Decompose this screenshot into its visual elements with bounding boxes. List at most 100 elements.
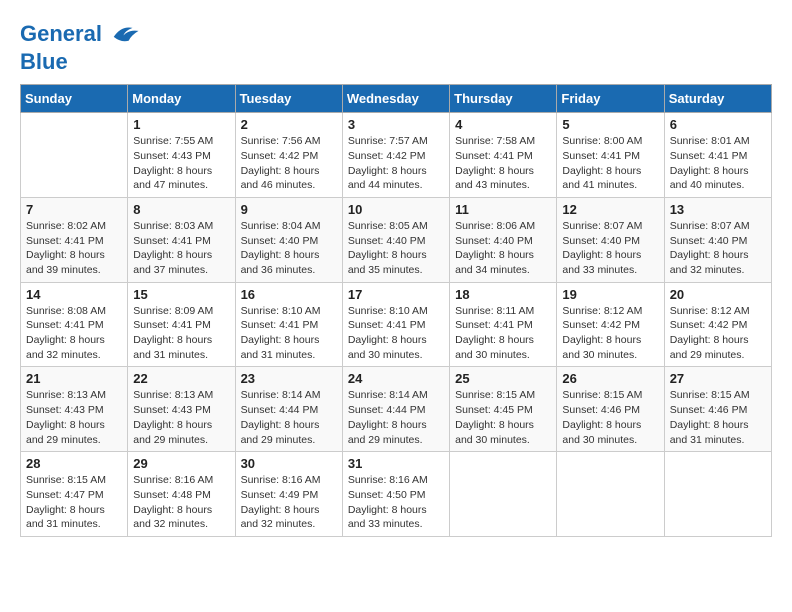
- calendar-week-row: 21 Sunrise: 8:13 AMSunset: 4:43 PMDayligh…: [21, 367, 772, 452]
- day-info: Sunrise: 8:07 AMSunset: 4:40 PMDaylight:…: [670, 219, 766, 278]
- day-number: 28: [26, 456, 122, 471]
- calendar-week-row: 28 Sunrise: 8:15 AMSunset: 4:47 PMDayligh…: [21, 452, 772, 537]
- day-info: Sunrise: 8:15 AMSunset: 4:46 PMDaylight:…: [562, 388, 658, 447]
- day-info: Sunrise: 8:15 AMSunset: 4:45 PMDaylight:…: [455, 388, 551, 447]
- day-number: 24: [348, 371, 444, 386]
- day-info: Sunrise: 8:04 AMSunset: 4:40 PMDaylight:…: [241, 219, 337, 278]
- calendar-header-row: SundayMondayTuesdayWednesdayThursdayFrid…: [21, 85, 772, 113]
- day-number: 15: [133, 287, 229, 302]
- day-info: Sunrise: 8:11 AMSunset: 4:41 PMDaylight:…: [455, 304, 551, 363]
- calendar-cell: 12 Sunrise: 8:07 AMSunset: 4:40 PMDayligh…: [557, 197, 664, 282]
- day-number: 5: [562, 117, 658, 132]
- day-info: Sunrise: 8:05 AMSunset: 4:40 PMDaylight:…: [348, 219, 444, 278]
- calendar-cell: 2 Sunrise: 7:56 AMSunset: 4:42 PMDaylight…: [235, 113, 342, 198]
- page-header: General Blue: [20, 20, 772, 74]
- calendar-cell: 1 Sunrise: 7:55 AMSunset: 4:43 PMDaylight…: [128, 113, 235, 198]
- weekday-header: Friday: [557, 85, 664, 113]
- calendar-cell: 7Sunrise: 8:02 AMSunset: 4:41 PMDaylight…: [21, 197, 128, 282]
- day-number: 26: [562, 371, 658, 386]
- calendar-cell: 17 Sunrise: 8:10 AMSunset: 4:41 PMDayligh…: [342, 282, 449, 367]
- weekday-header: Sunday: [21, 85, 128, 113]
- logo: General Blue: [20, 20, 140, 74]
- calendar-cell: 30 Sunrise: 8:16 AMSunset: 4:49 PMDayligh…: [235, 452, 342, 537]
- day-number: 16: [241, 287, 337, 302]
- calendar-cell: [664, 452, 771, 537]
- weekday-header: Tuesday: [235, 85, 342, 113]
- day-info: Sunrise: 8:09 AMSunset: 4:41 PMDaylight:…: [133, 304, 229, 363]
- calendar-body: 1 Sunrise: 7:55 AMSunset: 4:43 PMDaylight…: [21, 113, 772, 537]
- day-number: 21: [26, 371, 122, 386]
- day-info: Sunrise: 8:01 AMSunset: 4:41 PMDaylight:…: [670, 134, 766, 193]
- calendar-cell: 28 Sunrise: 8:15 AMSunset: 4:47 PMDayligh…: [21, 452, 128, 537]
- calendar-cell: 14 Sunrise: 8:08 AMSunset: 4:41 PMDayligh…: [21, 282, 128, 367]
- calendar-cell: 20 Sunrise: 8:12 AMSunset: 4:42 PMDayligh…: [664, 282, 771, 367]
- day-info: Sunrise: 8:13 AMSunset: 4:43 PMDaylight:…: [26, 388, 122, 447]
- day-number: 22: [133, 371, 229, 386]
- day-info: Sunrise: 8:14 AMSunset: 4:44 PMDaylight:…: [241, 388, 337, 447]
- calendar-cell: 27Sunrise: 8:15 AMSunset: 4:46 PMDayligh…: [664, 367, 771, 452]
- weekday-header: Saturday: [664, 85, 771, 113]
- day-number: 18: [455, 287, 551, 302]
- day-info: Sunrise: 7:55 AMSunset: 4:43 PMDaylight:…: [133, 134, 229, 193]
- day-info: Sunrise: 7:56 AMSunset: 4:42 PMDaylight:…: [241, 134, 337, 193]
- day-number: 13: [670, 202, 766, 217]
- calendar-cell: 15 Sunrise: 8:09 AMSunset: 4:41 PMDayligh…: [128, 282, 235, 367]
- day-number: 12: [562, 202, 658, 217]
- day-info: Sunrise: 8:14 AMSunset: 4:44 PMDaylight:…: [348, 388, 444, 447]
- calendar-cell: 19 Sunrise: 8:12 AMSunset: 4:42 PMDayligh…: [557, 282, 664, 367]
- day-number: 17: [348, 287, 444, 302]
- calendar-cell: 18 Sunrise: 8:11 AMSunset: 4:41 PMDayligh…: [450, 282, 557, 367]
- logo-text: General: [20, 20, 140, 50]
- day-info: Sunrise: 8:07 AMSunset: 4:40 PMDaylight:…: [562, 219, 658, 278]
- day-info: Sunrise: 8:12 AMSunset: 4:42 PMDaylight:…: [562, 304, 658, 363]
- weekday-header: Thursday: [450, 85, 557, 113]
- day-number: 27: [670, 371, 766, 386]
- calendar-cell: 11Sunrise: 8:06 AMSunset: 4:40 PMDayligh…: [450, 197, 557, 282]
- day-number: 31: [348, 456, 444, 471]
- day-number: 6: [670, 117, 766, 132]
- calendar-week-row: 1 Sunrise: 7:55 AMSunset: 4:43 PMDaylight…: [21, 113, 772, 198]
- calendar-cell: [557, 452, 664, 537]
- day-number: 7: [26, 202, 122, 217]
- day-info: Sunrise: 8:08 AMSunset: 4:41 PMDaylight:…: [26, 304, 122, 363]
- day-number: 8: [133, 202, 229, 217]
- calendar-cell: 6 Sunrise: 8:01 AMSunset: 4:41 PMDaylight…: [664, 113, 771, 198]
- day-info: Sunrise: 8:03 AMSunset: 4:41 PMDaylight:…: [133, 219, 229, 278]
- day-number: 11: [455, 202, 551, 217]
- calendar-week-row: 7Sunrise: 8:02 AMSunset: 4:41 PMDaylight…: [21, 197, 772, 282]
- day-info: Sunrise: 8:10 AMSunset: 4:41 PMDaylight:…: [348, 304, 444, 363]
- day-number: 1: [133, 117, 229, 132]
- calendar-cell: 21 Sunrise: 8:13 AMSunset: 4:43 PMDayligh…: [21, 367, 128, 452]
- day-number: 9: [241, 202, 337, 217]
- day-number: 20: [670, 287, 766, 302]
- calendar-cell: 4 Sunrise: 7:58 AMSunset: 4:41 PMDaylight…: [450, 113, 557, 198]
- day-info: Sunrise: 8:16 AMSunset: 4:48 PMDaylight:…: [133, 473, 229, 532]
- calendar-cell: 3Sunrise: 7:57 AMSunset: 4:42 PMDaylight…: [342, 113, 449, 198]
- day-info: Sunrise: 7:58 AMSunset: 4:41 PMDaylight:…: [455, 134, 551, 193]
- weekday-header: Wednesday: [342, 85, 449, 113]
- calendar-cell: 22 Sunrise: 8:13 AMSunset: 4:43 PMDayligh…: [128, 367, 235, 452]
- day-info: Sunrise: 8:15 AMSunset: 4:47 PMDaylight:…: [26, 473, 122, 532]
- day-info: Sunrise: 8:13 AMSunset: 4:43 PMDaylight:…: [133, 388, 229, 447]
- calendar-cell: 31Sunrise: 8:16 AMSunset: 4:50 PMDayligh…: [342, 452, 449, 537]
- day-number: 30: [241, 456, 337, 471]
- calendar-cell: [21, 113, 128, 198]
- calendar-week-row: 14 Sunrise: 8:08 AMSunset: 4:41 PMDayligh…: [21, 282, 772, 367]
- calendar-cell: [450, 452, 557, 537]
- calendar-cell: 26 Sunrise: 8:15 AMSunset: 4:46 PMDayligh…: [557, 367, 664, 452]
- calendar-cell: 23Sunrise: 8:14 AMSunset: 4:44 PMDayligh…: [235, 367, 342, 452]
- day-info: Sunrise: 8:16 AMSunset: 4:49 PMDaylight:…: [241, 473, 337, 532]
- calendar-cell: 13 Sunrise: 8:07 AMSunset: 4:40 PMDayligh…: [664, 197, 771, 282]
- day-info: Sunrise: 8:12 AMSunset: 4:42 PMDaylight:…: [670, 304, 766, 363]
- day-number: 14: [26, 287, 122, 302]
- calendar-cell: 29 Sunrise: 8:16 AMSunset: 4:48 PMDayligh…: [128, 452, 235, 537]
- calendar-table: SundayMondayTuesdayWednesdayThursdayFrid…: [20, 84, 772, 537]
- day-number: 29: [133, 456, 229, 471]
- day-info: Sunrise: 8:00 AMSunset: 4:41 PMDaylight:…: [562, 134, 658, 193]
- day-number: 3: [348, 117, 444, 132]
- calendar-cell: 16Sunrise: 8:10 AMSunset: 4:41 PMDayligh…: [235, 282, 342, 367]
- day-number: 2: [241, 117, 337, 132]
- calendar-cell: 8 Sunrise: 8:03 AMSunset: 4:41 PMDaylight…: [128, 197, 235, 282]
- day-number: 19: [562, 287, 658, 302]
- day-number: 4: [455, 117, 551, 132]
